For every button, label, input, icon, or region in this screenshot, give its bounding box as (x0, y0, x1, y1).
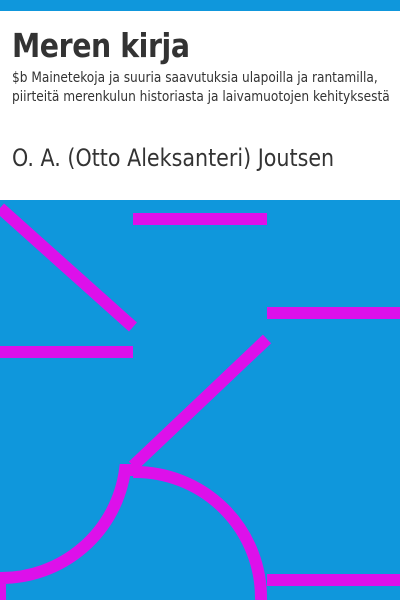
book-author: O. A. (Otto Aleksanteri) Joutsen (12, 144, 335, 172)
book-subtitle: $b Mainetekoja ja suuria saavutuksia ula… (12, 70, 390, 105)
top-color-strip (0, 0, 400, 11)
title-block: Meren kirja $b Mainetekoja ja suuria saa… (0, 11, 400, 200)
book-title: Meren kirja (12, 26, 190, 65)
cover-pattern (0, 200, 400, 600)
